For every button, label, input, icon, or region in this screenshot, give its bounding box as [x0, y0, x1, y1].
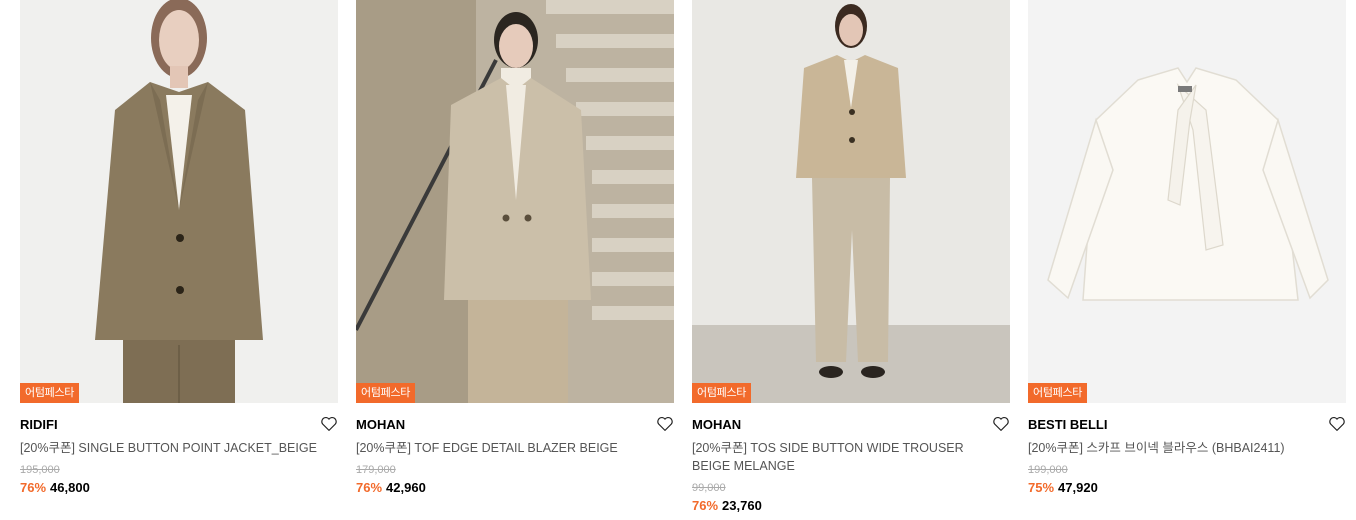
heart-icon[interactable]	[320, 415, 338, 433]
heart-icon[interactable]	[656, 415, 674, 433]
product-image[interactable]: 어텀페스타	[20, 0, 338, 403]
price-row: 76% 23,760	[692, 497, 1010, 515]
price-row: 75% 47,920	[1028, 479, 1346, 497]
product-name[interactable]: [20%쿠폰] 스카프 브이넥 블라우스 (BHBAI2411)	[1028, 439, 1338, 457]
original-price: 99,000	[692, 482, 726, 494]
promo-badge: 어텀페스타	[692, 383, 752, 403]
product-name[interactable]: [20%쿠폰] TOS SIDE BUTTON WIDE TROUSER BEI…	[692, 439, 1002, 475]
product-grid: 어텀페스타 RIDIFI [20%쿠폰] SINGLE BUTTON POINT…	[20, 0, 1346, 513]
brand-name[interactable]: RIDIFI	[20, 417, 58, 432]
sale-price: 23,760	[722, 498, 762, 513]
product-card[interactable]: 어텀페스타 RIDIFI [20%쿠폰] SINGLE BUTTON POINT…	[20, 0, 338, 520]
product-name[interactable]: [20%쿠폰] TOF EDGE DETAIL BLAZER BEIGE	[356, 439, 666, 457]
product-image[interactable]: 어텀페스타	[356, 0, 674, 403]
promo-badge: 어텀페스타	[20, 383, 80, 403]
discount-rate: 76%	[20, 480, 47, 495]
product-card[interactable]: 어텀페스타 MOHAN [20%쿠폰] TOF EDGE DETAIL BLAZ…	[356, 0, 674, 520]
discount-rate: 76%	[692, 498, 719, 513]
discount-rate: 75%	[1028, 480, 1055, 495]
promo-badge: 어텀페스타	[1028, 383, 1088, 403]
product-card[interactable]: 어텀페스타 BESTI BELLI [20%쿠폰] 스카프 브이넥 블라우스 (…	[1028, 0, 1346, 520]
brand-name[interactable]: BESTI BELLI	[1028, 417, 1107, 432]
product-card[interactable]: 어텀페스타 MOHAN [20%쿠폰] TOS SIDE BUTTON WIDE…	[692, 0, 1010, 520]
price-row: 76% 46,800	[20, 479, 338, 497]
original-price: 199,000	[1028, 464, 1068, 476]
original-price: 195,000	[20, 464, 60, 476]
heart-icon[interactable]	[1328, 415, 1346, 433]
brand-name[interactable]: MOHAN	[692, 417, 741, 432]
price-row: 76% 42,960	[356, 479, 674, 497]
original-price: 179,000	[356, 464, 396, 476]
promo-badge: 어텀페스타	[356, 383, 416, 403]
heart-icon[interactable]	[992, 415, 1010, 433]
brand-name[interactable]: MOHAN	[356, 417, 405, 432]
discount-rate: 76%	[356, 480, 383, 495]
sale-price: 47,920	[1058, 480, 1098, 495]
sale-price: 42,960	[386, 480, 426, 495]
sale-price: 46,800	[50, 480, 90, 495]
product-name[interactable]: [20%쿠폰] SINGLE BUTTON POINT JACKET_BEIGE	[20, 439, 330, 457]
product-image[interactable]: 어텀페스타	[692, 0, 1010, 403]
product-image[interactable]: 어텀페스타	[1028, 0, 1346, 403]
